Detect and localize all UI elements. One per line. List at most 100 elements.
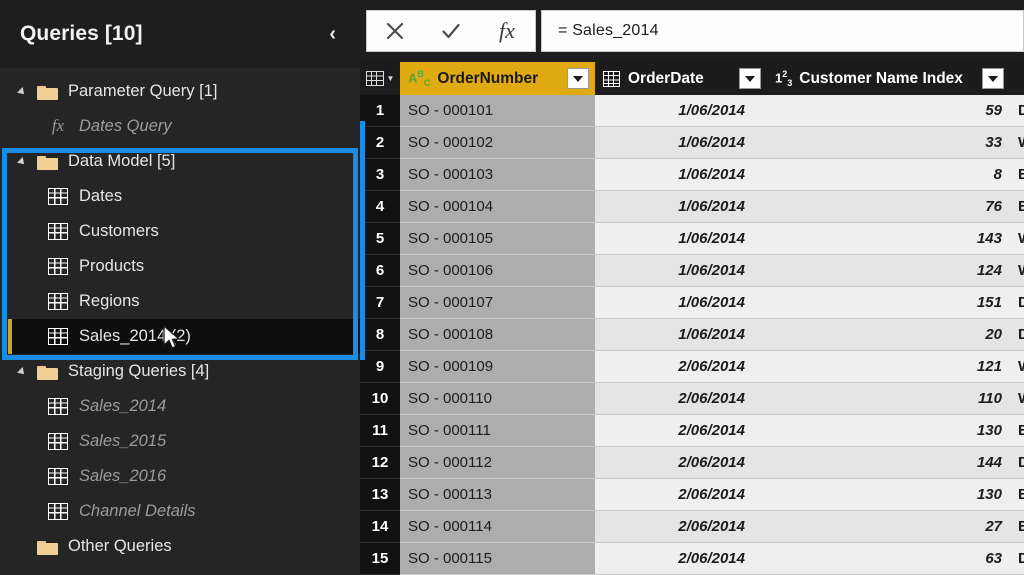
formula-input[interactable]: = Sales_2014 <box>541 10 1024 52</box>
cell-orderdate[interactable]: 1/06/2014 <box>595 223 767 255</box>
filter-dropdown-orderdate[interactable] <box>739 68 761 89</box>
tree-folder-other-queries[interactable]: Other Queries <box>0 529 360 564</box>
cell-orderdate[interactable]: 1/06/2014 <box>595 191 767 223</box>
select-all-corner-cell[interactable]: ▼ <box>360 62 400 95</box>
cell-ordernumber[interactable]: SO - 000110 <box>400 383 595 415</box>
cell-customer-name-index[interactable]: 121 <box>767 351 1010 383</box>
cell-ordernumber[interactable]: SO - 000107 <box>400 287 595 319</box>
cell-orderdate[interactable]: 1/06/2014 <box>595 319 767 351</box>
cell-ordernumber[interactable]: SO - 000114 <box>400 511 595 543</box>
cell-customer-name-index[interactable]: 110 <box>767 383 1010 415</box>
column-header-orderdate[interactable]: OrderDate <box>595 62 767 95</box>
tree-item-sales-2016[interactable]: Sales_2016 <box>0 459 360 494</box>
tree-item-sales-2014-2[interactable]: Sales_2014 (2) <box>8 319 360 354</box>
cell-customer-name-index[interactable]: 143 <box>767 223 1010 255</box>
cell-customer-name-index[interactable]: 151 <box>767 287 1010 319</box>
cell-customer-name-index[interactable]: 130 <box>767 479 1010 511</box>
cell-partial[interactable]: W <box>1010 351 1024 383</box>
cell-orderdate[interactable]: 1/06/2014 <box>595 255 767 287</box>
tree-item-dates[interactable]: Dates <box>0 179 360 214</box>
table-row[interactable]: 8SO - 0001081/06/201420D <box>360 319 1024 351</box>
cell-partial[interactable]: D <box>1010 543 1024 575</box>
cell-ordernumber[interactable]: SO - 000113 <box>400 479 595 511</box>
cell-ordernumber[interactable]: SO - 000109 <box>400 351 595 383</box>
cell-partial[interactable]: D <box>1010 447 1024 479</box>
cell-orderdate[interactable]: 1/06/2014 <box>595 127 767 159</box>
tree-item-regions[interactable]: Regions <box>0 284 360 319</box>
cell-ordernumber[interactable]: SO - 000108 <box>400 319 595 351</box>
cell-customer-name-index[interactable]: 124 <box>767 255 1010 287</box>
cell-partial[interactable]: E <box>1010 415 1024 447</box>
cell-orderdate[interactable]: 1/06/2014 <box>595 95 767 127</box>
table-row[interactable]: 12SO - 0001122/06/2014144D <box>360 447 1024 479</box>
tree-item-dates-query[interactable]: fx Dates Query <box>0 109 360 144</box>
cell-customer-name-index[interactable]: 33 <box>767 127 1010 159</box>
cell-partial[interactable]: E <box>1010 479 1024 511</box>
expand-triangle-icon[interactable] <box>18 155 32 169</box>
cell-customer-name-index[interactable]: 20 <box>767 319 1010 351</box>
tree-item-sales-2014[interactable]: Sales_2014 <box>0 389 360 424</box>
table-row[interactable]: 6SO - 0001061/06/2014124W <box>360 255 1024 287</box>
fx-icon[interactable]: fx <box>479 11 535 51</box>
cell-orderdate[interactable]: 2/06/2014 <box>595 415 767 447</box>
filter-dropdown-ordernumber[interactable] <box>567 68 589 89</box>
chevron-left-icon[interactable]: ‹ <box>323 20 342 48</box>
tree-item-sales-2015[interactable]: Sales_2015 <box>0 424 360 459</box>
table-row[interactable]: 15SO - 0001152/06/201463D <box>360 543 1024 575</box>
table-row[interactable]: 3SO - 0001031/06/20148E <box>360 159 1024 191</box>
close-icon[interactable] <box>367 11 423 51</box>
cell-partial[interactable]: E <box>1010 159 1024 191</box>
cell-orderdate[interactable]: 2/06/2014 <box>595 479 767 511</box>
table-row[interactable]: 4SO - 0001041/06/201476E <box>360 191 1024 223</box>
tree-folder-parameter-query-1[interactable]: Parameter Query [1] <box>0 74 360 109</box>
cell-customer-name-index[interactable]: 63 <box>767 543 1010 575</box>
column-header-customer-name-index[interactable]: 123 Customer Name Index <box>767 62 1010 95</box>
cell-partial[interactable]: W <box>1010 127 1024 159</box>
cell-orderdate[interactable]: 2/06/2014 <box>595 511 767 543</box>
check-icon[interactable] <box>423 11 479 51</box>
cell-ordernumber[interactable]: SO - 000111 <box>400 415 595 447</box>
tree-item-customers[interactable]: Customers <box>0 214 360 249</box>
cell-partial[interactable]: W <box>1010 383 1024 415</box>
cell-partial[interactable]: E <box>1010 191 1024 223</box>
cell-ordernumber[interactable]: SO - 000105 <box>400 223 595 255</box>
cell-ordernumber[interactable]: SO - 000103 <box>400 159 595 191</box>
expand-triangle-icon[interactable] <box>18 85 32 99</box>
table-row[interactable]: 1SO - 0001011/06/201459D <box>360 95 1024 127</box>
cell-orderdate[interactable]: 2/06/2014 <box>595 447 767 479</box>
cell-ordernumber[interactable]: SO - 000104 <box>400 191 595 223</box>
cell-partial[interactable]: E <box>1010 511 1024 543</box>
table-row[interactable]: 2SO - 0001021/06/201433W <box>360 127 1024 159</box>
cell-partial[interactable]: W <box>1010 255 1024 287</box>
cell-partial[interactable]: D <box>1010 319 1024 351</box>
cell-orderdate[interactable]: 2/06/2014 <box>595 351 767 383</box>
filter-dropdown-customer-name-index[interactable] <box>982 68 1004 89</box>
cell-ordernumber[interactable]: SO - 000101 <box>400 95 595 127</box>
column-header-partial[interactable]: A <box>1010 62 1024 95</box>
tree-item-products[interactable]: Products <box>0 249 360 284</box>
cell-ordernumber[interactable]: SO - 000102 <box>400 127 595 159</box>
cell-ordernumber[interactable]: SO - 000112 <box>400 447 595 479</box>
table-row[interactable]: 10SO - 0001102/06/2014110W <box>360 383 1024 415</box>
table-row[interactable]: 7SO - 0001071/06/2014151D <box>360 287 1024 319</box>
tree-folder-data-model-5[interactable]: Data Model [5] <box>0 144 360 179</box>
column-header-ordernumber[interactable]: ABC OrderNumber <box>400 62 595 95</box>
cell-ordernumber[interactable]: SO - 000106 <box>400 255 595 287</box>
table-row[interactable]: 11SO - 0001112/06/2014130E <box>360 415 1024 447</box>
table-row[interactable]: 5SO - 0001051/06/2014143W <box>360 223 1024 255</box>
cell-customer-name-index[interactable]: 59 <box>767 95 1010 127</box>
table-row[interactable]: 14SO - 0001142/06/201427E <box>360 511 1024 543</box>
cell-customer-name-index[interactable]: 27 <box>767 511 1010 543</box>
tree-item-channel-details[interactable]: Channel Details <box>0 494 360 529</box>
table-row[interactable]: 13SO - 0001132/06/2014130E <box>360 479 1024 511</box>
cell-customer-name-index[interactable]: 8 <box>767 159 1010 191</box>
expand-triangle-icon[interactable] <box>18 365 32 379</box>
cell-orderdate[interactable]: 1/06/2014 <box>595 159 767 191</box>
cell-partial[interactable]: D <box>1010 287 1024 319</box>
cell-customer-name-index[interactable]: 76 <box>767 191 1010 223</box>
cell-orderdate[interactable]: 1/06/2014 <box>595 287 767 319</box>
cell-partial[interactable]: D <box>1010 95 1024 127</box>
cell-customer-name-index[interactable]: 144 <box>767 447 1010 479</box>
cell-ordernumber[interactable]: SO - 000115 <box>400 543 595 575</box>
cell-orderdate[interactable]: 2/06/2014 <box>595 543 767 575</box>
